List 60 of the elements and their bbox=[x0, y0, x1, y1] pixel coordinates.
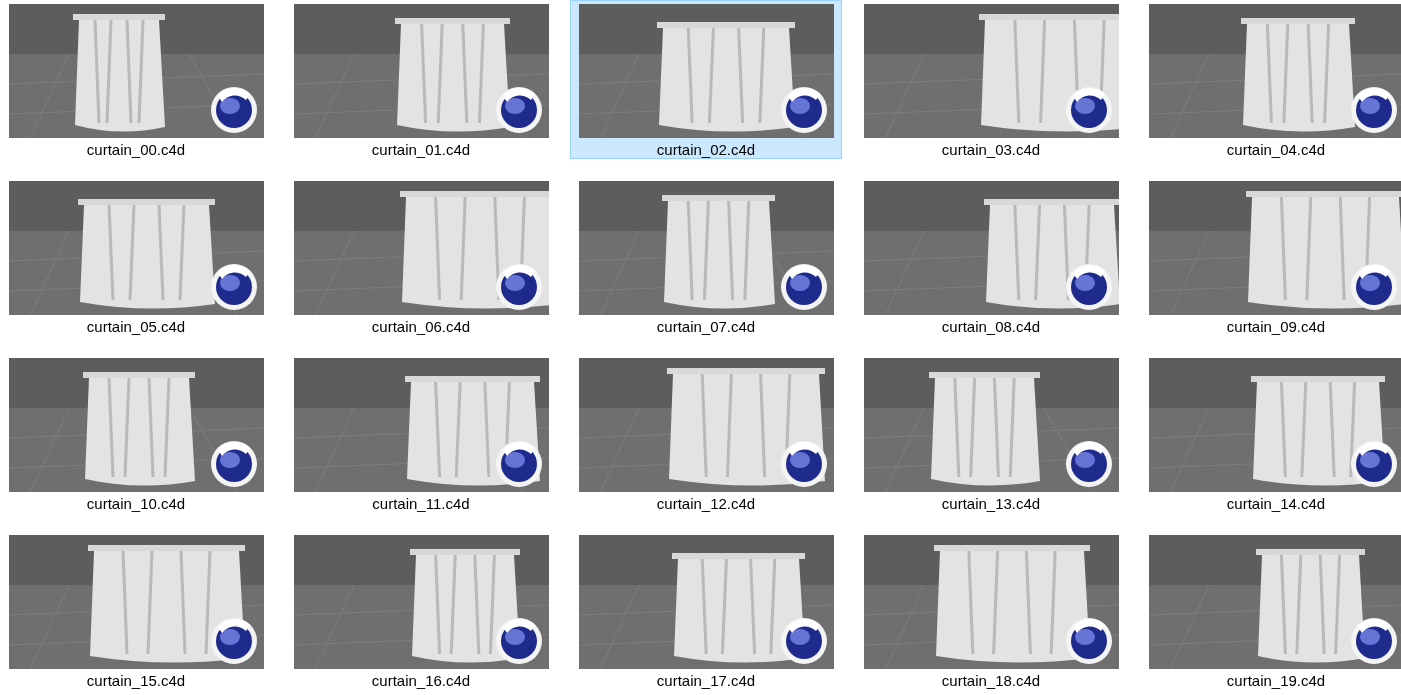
file-name: curtain_15.c4d bbox=[86, 673, 186, 689]
file-item[interactable]: curtain_18.c4d bbox=[855, 531, 1127, 690]
sphere-icon bbox=[209, 617, 258, 665]
file-name: curtain_03.c4d bbox=[941, 142, 1041, 158]
file-name: curtain_18.c4d bbox=[941, 673, 1041, 689]
file-name: curtain_05.c4d bbox=[86, 319, 186, 335]
file-name: curtain_07.c4d bbox=[656, 319, 756, 335]
file-name: curtain_00.c4d bbox=[86, 142, 186, 158]
file-item[interactable]: curtain_06.c4d bbox=[285, 177, 557, 336]
sphere-icon bbox=[494, 263, 543, 311]
sphere-icon bbox=[209, 440, 258, 488]
file-name: curtain_04.c4d bbox=[1226, 142, 1326, 158]
file-name: curtain_14.c4d bbox=[1226, 496, 1326, 512]
file-name: curtain_09.c4d bbox=[1226, 319, 1326, 335]
file-item[interactable]: curtain_19.c4d bbox=[1140, 531, 1401, 690]
sphere-icon bbox=[1064, 440, 1113, 488]
file-item[interactable]: curtain_04.c4d bbox=[1140, 0, 1401, 159]
file-name: curtain_11.c4d bbox=[372, 496, 470, 512]
file-name: curtain_17.c4d bbox=[656, 673, 756, 689]
sphere-icon bbox=[1064, 617, 1113, 665]
file-name: curtain_06.c4d bbox=[371, 319, 471, 335]
sphere-icon bbox=[1349, 263, 1398, 311]
sphere-icon bbox=[494, 86, 543, 134]
file-name: curtain_10.c4d bbox=[86, 496, 186, 512]
sphere-icon bbox=[1349, 440, 1398, 488]
sphere-icon bbox=[1064, 86, 1113, 134]
file-item[interactable]: curtain_00.c4d bbox=[0, 0, 272, 159]
sphere-icon bbox=[209, 86, 258, 134]
file-item[interactable]: curtain_05.c4d bbox=[0, 177, 272, 336]
file-item[interactable]: curtain_01.c4d bbox=[285, 0, 557, 159]
file-item[interactable]: curtain_07.c4d bbox=[570, 177, 842, 336]
sphere-icon bbox=[494, 440, 543, 488]
file-name: curtain_19.c4d bbox=[1226, 673, 1326, 689]
file-item[interactable]: curtain_09.c4d bbox=[1140, 177, 1401, 336]
file-name: curtain_08.c4d bbox=[941, 319, 1041, 335]
sphere-icon bbox=[1349, 617, 1398, 665]
sphere-icon bbox=[779, 617, 828, 665]
file-name: curtain_02.c4d bbox=[656, 142, 756, 158]
sphere-icon bbox=[494, 617, 543, 665]
file-name: curtain_12.c4d bbox=[656, 496, 756, 512]
sphere-icon bbox=[779, 440, 828, 488]
file-item[interactable]: curtain_15.c4d bbox=[0, 531, 272, 690]
file-name: curtain_16.c4d bbox=[371, 673, 471, 689]
file-item[interactable]: curtain_10.c4d bbox=[0, 354, 272, 513]
file-item[interactable]: curtain_17.c4d bbox=[570, 531, 842, 690]
file-name: curtain_13.c4d bbox=[941, 496, 1041, 512]
file-item[interactable]: curtain_12.c4d bbox=[570, 354, 842, 513]
file-item[interactable]: curtain_02.c4d bbox=[570, 0, 842, 159]
file-item[interactable]: curtain_03.c4d bbox=[855, 0, 1127, 159]
file-item[interactable]: curtain_16.c4d bbox=[285, 531, 557, 690]
sphere-icon bbox=[209, 263, 258, 311]
sphere-icon bbox=[779, 263, 828, 311]
sphere-icon bbox=[1349, 86, 1398, 134]
file-item[interactable]: curtain_11.c4d bbox=[285, 354, 557, 513]
sphere-icon bbox=[779, 86, 828, 134]
file-item[interactable]: curtain_08.c4d bbox=[855, 177, 1127, 336]
file-item[interactable]: curtain_13.c4d bbox=[855, 354, 1127, 513]
file-name: curtain_01.c4d bbox=[371, 142, 471, 158]
file-item[interactable]: curtain_14.c4d bbox=[1140, 354, 1401, 513]
sphere-icon bbox=[1064, 263, 1113, 311]
